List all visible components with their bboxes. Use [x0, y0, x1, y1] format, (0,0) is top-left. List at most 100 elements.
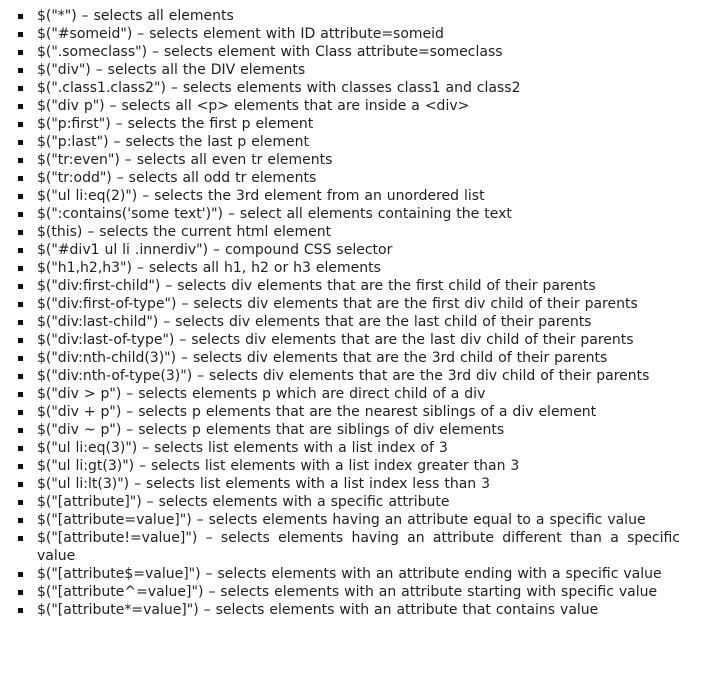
bullet-icon: [18, 176, 23, 181]
list-item-text: $("ul li:eq(2)") – selects the 3rd eleme…: [37, 188, 485, 204]
bullet-icon: [18, 50, 23, 55]
list-item: $("div + p") – selects p elements that a…: [14, 403, 680, 421]
list-item-text: $("p:last") – selects the last p element: [37, 134, 310, 150]
bullet-icon: [18, 320, 23, 325]
list-item: $("div:first-of-type") – selects div ele…: [14, 295, 680, 313]
list-item-text: $(".someclass") – selects element with C…: [37, 44, 503, 60]
list-item: $(".class1.class2") – selects elements w…: [14, 79, 680, 97]
bullet-icon: [18, 104, 23, 109]
list-item: $("h1,h2,h3") – selects all h1, h2 or h3…: [14, 259, 680, 277]
list-item: $(".someclass") – selects element with C…: [14, 43, 680, 61]
bullet-icon: [18, 194, 23, 199]
list-item-text: $("#someid") – selects element with ID a…: [37, 26, 444, 42]
bullet-icon: [18, 446, 23, 451]
list-item-text: $("[attribute=value]") – selects element…: [37, 512, 646, 528]
list-item-text: $("div + p") – selects p elements that a…: [37, 404, 597, 420]
list-item: $("div ~ p") – selects p elements that a…: [14, 421, 680, 439]
bullet-icon: [18, 392, 23, 397]
list-item-text: $("ul li:eq(3)") – selects list elements…: [37, 440, 448, 456]
list-item-text: $("div:first-of-type") – selects div ele…: [37, 296, 638, 312]
bullet-icon: [18, 302, 23, 307]
bullet-icon: [18, 410, 23, 415]
list-item: $("#div1 ul li .innerdiv") – compound CS…: [14, 241, 680, 259]
bullet-icon: [18, 284, 23, 289]
list-item: $(":contains('some text')") – select all…: [14, 205, 680, 223]
bullet-icon: [18, 14, 23, 19]
list-item-text: $(this) – selects the current html eleme…: [37, 224, 332, 240]
list-item-text: $("div") – selects all the DIV elements: [37, 62, 306, 78]
bullet-icon: [18, 428, 23, 433]
bullet-icon: [18, 122, 23, 127]
list-item-text: $("[attribute^=value]") – selects elemen…: [37, 584, 658, 600]
list-item: $("tr:even") – selects all even tr eleme…: [14, 151, 680, 169]
list-item: $("*") – selects all elements: [14, 7, 680, 25]
list-item: $("[attribute!=value]") – selects elemen…: [14, 529, 680, 565]
list-item: $("div:nth-child(3)") – selects div elem…: [14, 349, 680, 367]
list-item-text: $("tr:odd") – selects all odd tr element…: [37, 170, 317, 186]
list-item: $("p:last") – selects the last p element: [14, 133, 680, 151]
list-item-text: $(":contains('some text')") – select all…: [37, 206, 512, 222]
list-item-text: $("div:nth-child(3)") – selects div elem…: [37, 350, 608, 366]
list-item-text: $("div:last-child") – selects div elemen…: [37, 314, 592, 330]
list-item-text: $("[attribute]") – selects elements with…: [37, 494, 450, 510]
list-item: $("#someid") – selects element with ID a…: [14, 25, 680, 43]
bullet-icon: [18, 68, 23, 73]
list-item-text: $("div > p") – selects elements p which …: [37, 386, 486, 402]
bullet-icon: [18, 338, 23, 343]
list-item-text: $("[attribute$=value]") – selects elemen…: [37, 566, 662, 582]
list-item: $("tr:odd") – selects all odd tr element…: [14, 169, 680, 187]
list-item-text: $("h1,h2,h3") – selects all h1, h2 or h3…: [37, 260, 381, 276]
selector-reference-document: $("*") – selects all elements $("#someid"…: [14, 7, 680, 619]
list-item: $("[attribute^=value]") – selects elemen…: [14, 583, 680, 601]
bullet-icon: [18, 590, 23, 595]
list-item: $("[attribute=value]") – selects element…: [14, 511, 680, 529]
selector-list: $("*") – selects all elements $("#someid"…: [14, 7, 680, 619]
list-item-text: $("p:first") – selects the first p eleme…: [37, 116, 314, 132]
list-item: $("div") – selects all the DIV elements: [14, 61, 680, 79]
list-item: $("p:first") – selects the first p eleme…: [14, 115, 680, 133]
list-item-text: $("ul li:lt(3)") – selects list elements…: [37, 476, 491, 492]
bullet-icon: [18, 32, 23, 37]
list-item-text: $("ul li:gt(3)") – selects list elements…: [37, 458, 520, 474]
list-item-text: $("div:nth-of-type(3)") – selects div el…: [37, 368, 650, 384]
list-item: $(this) – selects the current html eleme…: [14, 223, 680, 241]
list-item-text: $("#div1 ul li .innerdiv") – compound CS…: [37, 242, 393, 258]
list-item: $("ul li:gt(3)") – selects list elements…: [14, 457, 680, 475]
bullet-icon: [18, 374, 23, 379]
list-item-text: $(".class1.class2") – selects elements w…: [37, 80, 521, 96]
list-item-text: $("div:first-child") – selects div eleme…: [37, 278, 596, 294]
bullet-icon: [18, 86, 23, 91]
bullet-icon: [18, 482, 23, 487]
list-item-text: $("div p") – selects all <p> elements th…: [37, 98, 470, 114]
bullet-icon: [18, 158, 23, 163]
bullet-icon: [18, 572, 23, 577]
list-item-text: $("[attribute!=value]") – selects elemen…: [37, 530, 680, 564]
bullet-icon: [18, 536, 23, 541]
bullet-icon: [18, 500, 23, 505]
list-item-text: $("tr:even") – selects all even tr eleme…: [37, 152, 333, 168]
bullet-icon: [18, 266, 23, 271]
bullet-icon: [18, 230, 23, 235]
list-item-text: $("[attribute*=value]") – selects elemen…: [37, 602, 599, 618]
list-item: $("div > p") – selects elements p which …: [14, 385, 680, 403]
bullet-icon: [18, 356, 23, 361]
list-item: $("ul li:lt(3)") – selects list elements…: [14, 475, 680, 493]
list-item-text: $("div:last-of-type") – selects div elem…: [37, 332, 634, 348]
list-item: $("ul li:eq(2)") – selects the 3rd eleme…: [14, 187, 680, 205]
list-item: $("[attribute$=value]") – selects elemen…: [14, 565, 680, 583]
list-item-text: $("*") – selects all elements: [37, 8, 234, 24]
list-item: $("div p") – selects all <p> elements th…: [14, 97, 680, 115]
bullet-icon: [18, 212, 23, 217]
list-item: $("div:last-of-type") – selects div elem…: [14, 331, 680, 349]
bullet-icon: [18, 140, 23, 145]
list-item: $("div:last-child") – selects div elemen…: [14, 313, 680, 331]
list-item: $("div:nth-of-type(3)") – selects div el…: [14, 367, 680, 385]
bullet-icon: [18, 248, 23, 253]
list-item: $("ul li:eq(3)") – selects list elements…: [14, 439, 680, 457]
bullet-icon: [18, 608, 23, 613]
bullet-icon: [18, 464, 23, 469]
list-item: $("div:first-child") – selects div eleme…: [14, 277, 680, 295]
list-item: $("[attribute*=value]") – selects elemen…: [14, 601, 680, 619]
list-item-text: $("div ~ p") – selects p elements that a…: [37, 422, 505, 438]
list-item: $("[attribute]") – selects elements with…: [14, 493, 680, 511]
